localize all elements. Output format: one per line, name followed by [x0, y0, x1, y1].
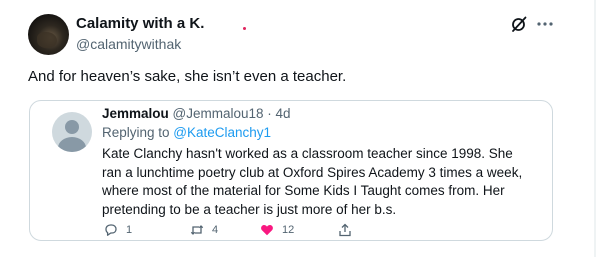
user-handle[interactable]: @calamitywithak [76, 36, 181, 52]
column-divider [594, 0, 596, 257]
retweet-icon [190, 225, 204, 235]
quoted-text-line: Kate Clanchy hasn't worked as a classroo… [102, 146, 513, 161]
quoted-text-line: pretending to be a teacher is just more … [102, 201, 397, 217]
avatar[interactable] [28, 14, 69, 55]
heart-icon [261, 225, 273, 236]
reply-button[interactable]: 1 [104, 221, 132, 239]
quoted-avatar[interactable] [52, 112, 92, 152]
display-name[interactable]: Calamity with a K. [76, 15, 204, 32]
replying-to-mention[interactable]: @KateClanchy1 [173, 125, 271, 140]
share-icon [339, 223, 351, 237]
quoted-text-line: where most of the material for Some Kids… [102, 183, 505, 198]
tweet-page: Calamity with a K. @calamitywithak And f… [0, 0, 602, 257]
quoted-action-bar: 1 4 12 [30, 221, 552, 239]
replying-to-label: Replying to [102, 125, 174, 140]
quoted-text-line: ran a lunchtime poetry club at Oxford Sp… [102, 164, 523, 180]
default-avatar-head [65, 120, 79, 134]
more-icon[interactable] [536, 15, 554, 33]
quoted-header: Jemmalou @Jemmalou18 · 4d [102, 106, 291, 121]
grok-icon[interactable] [510, 15, 528, 33]
quoted-text: Kate Clanchy hasn't worked as a classroo… [102, 145, 522, 219]
reply-icon [105, 224, 117, 236]
retweet-count: 4 [212, 224, 219, 236]
tweet-text: And for heaven’s sake, she isn’t even a … [28, 68, 347, 85]
replying-to: Replying to @KateClanchy1 [102, 125, 271, 140]
red-dot-mark [243, 27, 246, 30]
quoted-display-name[interactable]: Jemmalou [102, 106, 169, 121]
like-count: 12 [282, 224, 295, 236]
like-button[interactable]: 12 [260, 221, 294, 239]
share-button[interactable] [338, 221, 360, 239]
reply-count: 1 [126, 224, 133, 236]
quoted-tweet-card[interactable]: Jemmalou @Jemmalou18 · 4d Replying to @K… [29, 100, 553, 241]
quoted-handle-time[interactable]: @Jemmalou18 · 4d [173, 106, 291, 121]
default-avatar-body [58, 137, 86, 152]
retweet-button[interactable]: 4 [190, 221, 218, 239]
